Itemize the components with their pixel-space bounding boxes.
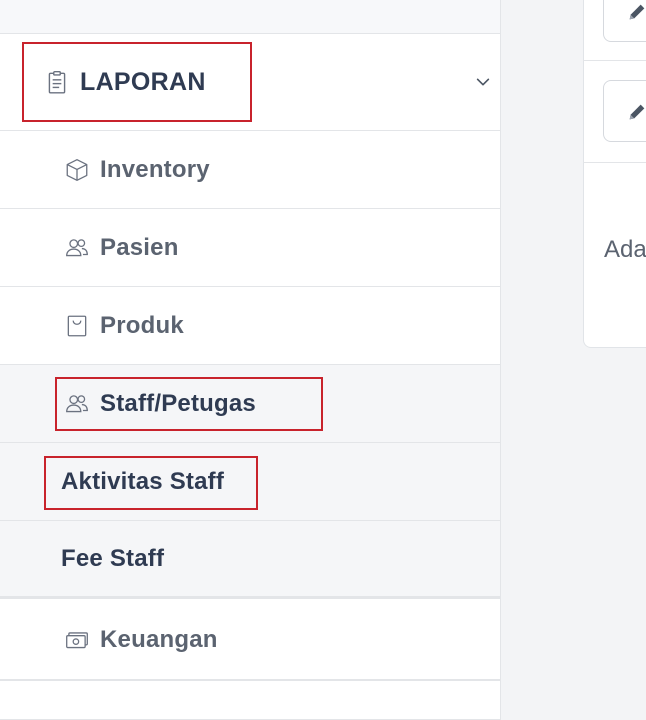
pencil-icon xyxy=(626,1,646,23)
sidebar-item-fee-staff[interactable]: Fee Staff xyxy=(0,521,500,599)
pencil-icon xyxy=(626,101,646,123)
sidebar-item-aktivitas-staff[interactable]: Aktivitas Staff xyxy=(0,443,500,521)
section-header-content: LAPORAN xyxy=(44,68,206,97)
item-content: Fee Staff xyxy=(61,545,164,573)
item-content: Inventory xyxy=(64,156,210,184)
panel-divider xyxy=(583,60,646,61)
sidebar-section-laporan[interactable]: LAPORAN xyxy=(0,34,500,131)
sidebar-next-item[interactable] xyxy=(0,680,500,720)
sidebar-item-label: Produk xyxy=(100,311,184,339)
sidebar-item-pasien[interactable]: Pasien xyxy=(0,209,500,287)
sidebar-item-staff-petugas[interactable]: Staff/Petugas xyxy=(0,365,500,443)
sidebar-item-label: Staff/Petugas xyxy=(100,389,256,417)
item-content: Pasien xyxy=(64,234,179,262)
cube-icon xyxy=(64,157,90,183)
chevron-down-icon[interactable] xyxy=(474,73,492,91)
bag-icon xyxy=(64,313,90,339)
sidebar: LAPORAN Inventory Pasien Produk Staff/Pe… xyxy=(0,0,501,720)
edit-button[interactable] xyxy=(603,80,646,142)
sidebar-item-keuangan[interactable]: Keuangan xyxy=(0,601,500,680)
panel-text: Ada xyxy=(604,236,646,263)
sidebar-item-inventory[interactable]: Inventory xyxy=(0,131,500,209)
sidebar-item-label: Pasien xyxy=(100,233,179,261)
section-label: LAPORAN xyxy=(80,67,206,96)
users-icon xyxy=(64,391,90,417)
content-panel xyxy=(583,0,646,348)
sidebar-item-produk[interactable]: Produk xyxy=(0,287,500,365)
item-content: Produk xyxy=(64,312,184,340)
item-content: Staff/Petugas xyxy=(64,390,256,418)
item-content: Keuangan xyxy=(64,626,218,654)
sidebar-item-label: Inventory xyxy=(100,155,210,183)
sidebar-item-label: Fee Staff xyxy=(61,544,165,572)
sidebar-item-label: Aktivitas Staff xyxy=(61,467,225,495)
item-content: Aktivitas Staff xyxy=(61,468,224,496)
users-icon xyxy=(64,235,90,261)
edit-button[interactable] xyxy=(603,0,646,42)
sidebar-item-label: Keuangan xyxy=(100,626,218,653)
panel-divider xyxy=(583,162,646,163)
sidebar-top-strip xyxy=(0,0,500,34)
money-icon xyxy=(64,627,90,653)
clipboard-icon xyxy=(44,69,70,95)
